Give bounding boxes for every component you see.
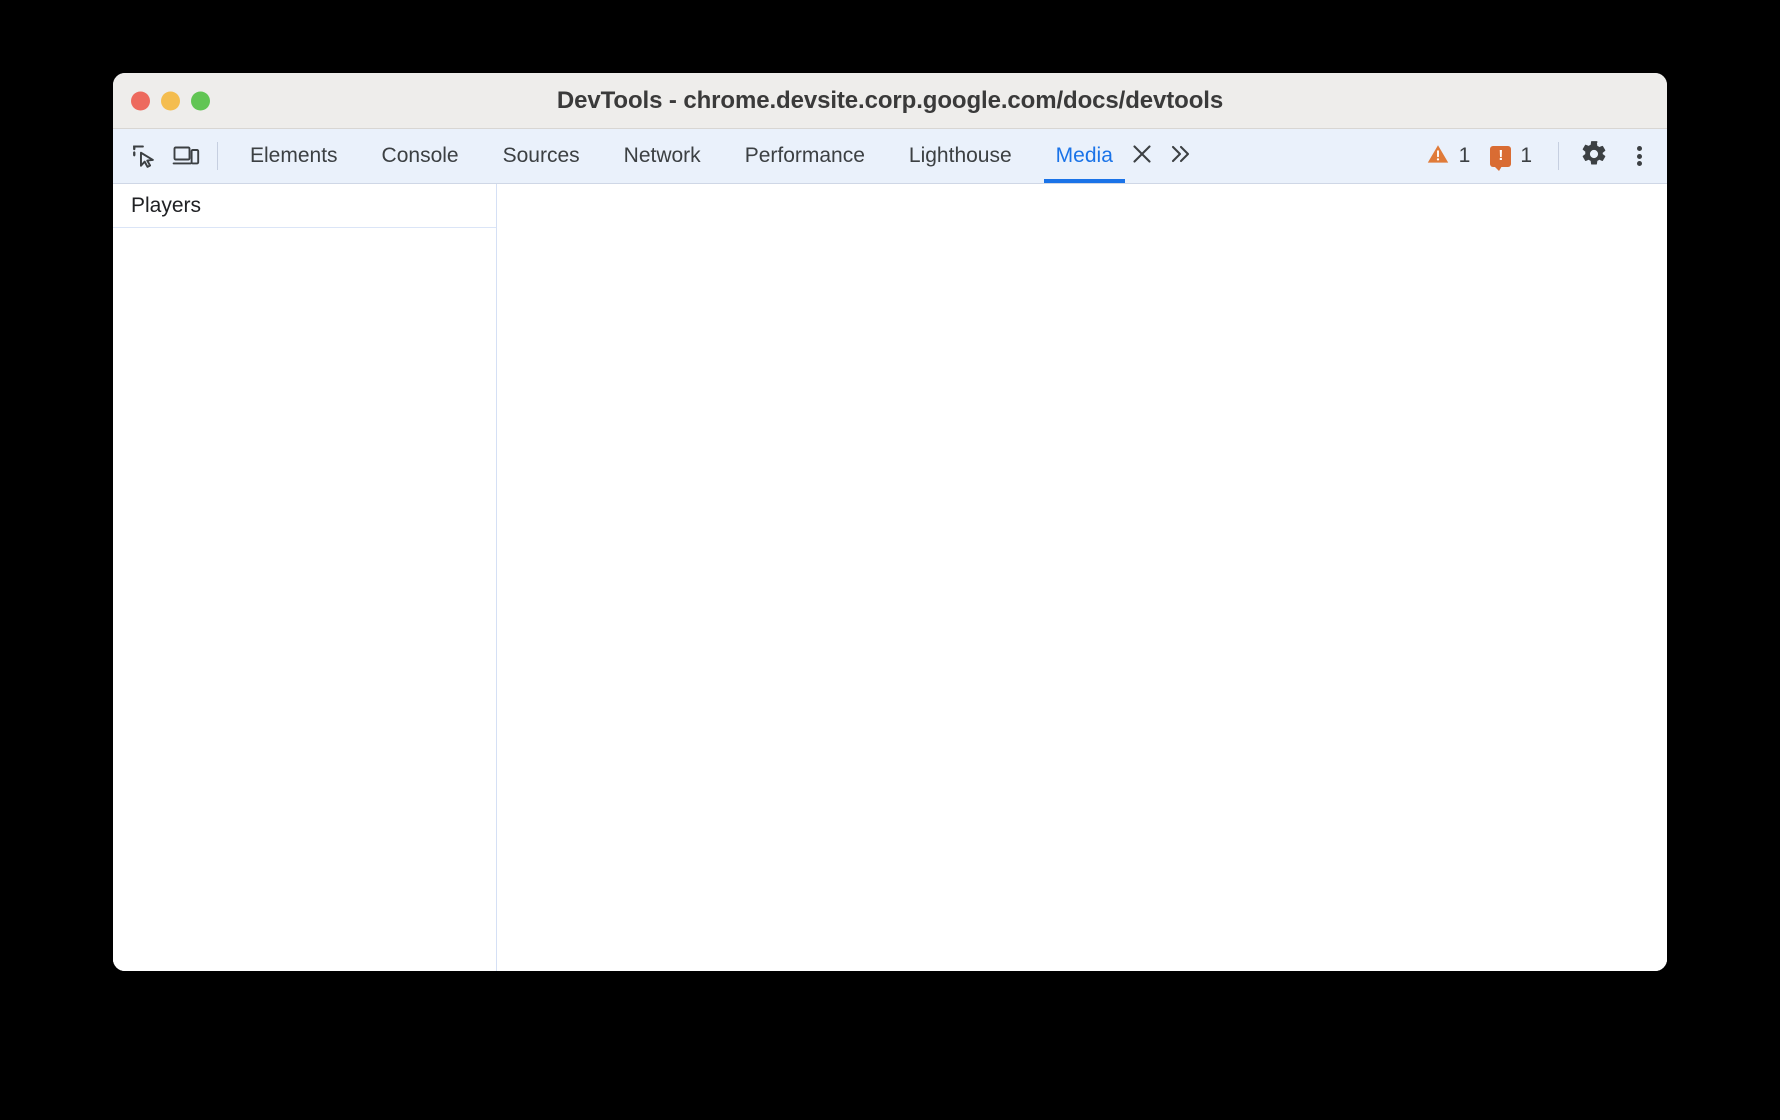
close-tab-button[interactable] bbox=[1125, 129, 1159, 183]
more-tabs-button[interactable] bbox=[1161, 129, 1201, 183]
window-titlebar: DevTools - chrome.devsite.corp.google.co… bbox=[113, 73, 1667, 129]
tab-network-label: Network bbox=[623, 144, 701, 167]
more-options-button[interactable] bbox=[1617, 133, 1661, 179]
media-panel: Players bbox=[113, 184, 1667, 971]
tab-lighthouse-label: Lighthouse bbox=[908, 144, 1012, 167]
devtools-tabbar: Elements Console Sources Network Perform… bbox=[113, 129, 1667, 184]
tab-media-label: Media bbox=[1055, 144, 1113, 167]
settings-button[interactable] bbox=[1571, 133, 1617, 179]
window-minimize-button[interactable] bbox=[161, 91, 180, 110]
toolbar-divider-right bbox=[1558, 142, 1559, 170]
tab-sources-label: Sources bbox=[502, 144, 580, 167]
close-icon bbox=[1131, 143, 1153, 170]
tab-performance-label: Performance bbox=[744, 144, 865, 167]
inspect-element-button[interactable] bbox=[123, 135, 165, 177]
tab-performance[interactable]: Performance bbox=[723, 129, 887, 183]
status-indicators: 1 ! 1 bbox=[1416, 135, 1542, 177]
traffic-lights bbox=[131, 91, 210, 110]
tab-sources[interactable]: Sources bbox=[481, 129, 602, 183]
issues-icon: ! bbox=[1490, 145, 1512, 171]
warnings-count: 1 bbox=[1458, 144, 1471, 167]
tab-console[interactable]: Console bbox=[360, 129, 481, 183]
issues-count: 1 bbox=[1520, 144, 1532, 167]
issues-icon-glyph: ! bbox=[1498, 147, 1504, 164]
window-title: DevTools - chrome.devsite.corp.google.co… bbox=[556, 86, 1224, 114]
chevron-double-right-icon bbox=[1168, 143, 1194, 170]
media-content-pane bbox=[497, 184, 1667, 971]
players-sidebar-title: Players bbox=[113, 184, 496, 228]
toolbar-divider-left bbox=[217, 142, 218, 170]
tab-network[interactable]: Network bbox=[602, 129, 723, 183]
device-toolbar-icon bbox=[172, 143, 200, 169]
panel-tabs: Elements Console Sources Network Perform… bbox=[228, 129, 1201, 183]
gear-icon bbox=[1580, 140, 1608, 173]
devtools-window: DevTools - chrome.devsite.corp.google.co… bbox=[113, 73, 1667, 971]
tab-lighthouse[interactable]: Lighthouse bbox=[887, 129, 1034, 183]
players-list[interactable] bbox=[113, 228, 496, 971]
inspect-element-icon bbox=[131, 143, 157, 169]
window-close-button[interactable] bbox=[131, 91, 150, 110]
tab-media[interactable]: Media bbox=[1034, 129, 1126, 183]
screen-root: DevTools - chrome.devsite.corp.google.co… bbox=[0, 0, 1780, 1120]
tab-elements[interactable]: Elements bbox=[228, 129, 360, 183]
kebab-menu-icon bbox=[1636, 144, 1642, 169]
warning-triangle-icon bbox=[1426, 142, 1450, 171]
window-maximize-button[interactable] bbox=[191, 91, 210, 110]
warnings-indicator[interactable]: 1 bbox=[1416, 135, 1481, 177]
players-sidebar: Players bbox=[113, 184, 497, 971]
tab-elements-label: Elements bbox=[250, 144, 338, 167]
tab-console-label: Console bbox=[381, 144, 459, 167]
device-toolbar-button[interactable] bbox=[165, 135, 207, 177]
issues-indicator[interactable]: ! 1 bbox=[1480, 135, 1542, 177]
